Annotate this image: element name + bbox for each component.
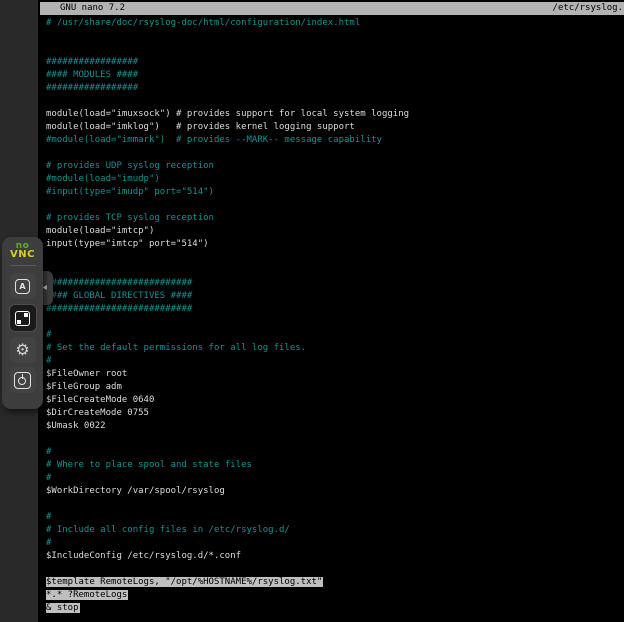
terminal-line: # — [46, 329, 624, 342]
settings-button[interactable]: ⚙ — [10, 337, 36, 363]
terminal-line — [46, 95, 624, 108]
extra-keys-button[interactable]: A — [10, 273, 36, 299]
terminal-line — [46, 498, 624, 511]
terminal-buffer[interactable]: # /usr/share/doc/rsyslog-doc/html/config… — [46, 17, 624, 622]
terminal-line: # provides UDP syslog reception — [46, 160, 624, 173]
terminal-line: $IncludeConfig /etc/rsyslog.d/*.conf — [46, 550, 624, 563]
terminal-line: & stop — [46, 602, 624, 615]
terminal-line: # Include all config files in /etc/rsysl… — [46, 524, 624, 537]
novnc-logo-vnc: VNC — [10, 250, 35, 260]
terminal-line — [46, 251, 624, 264]
terminal-line: # — [46, 511, 624, 524]
terminal-line: ########################### — [46, 277, 624, 290]
gear-icon: ⚙ — [15, 342, 29, 358]
terminal-line: $FileCreateMode 0640 — [46, 394, 624, 407]
terminal-line: $WorkDirectory /var/spool/rsyslog — [46, 485, 624, 498]
terminal-line: #module(load="immark") # provides --MARK… — [46, 134, 624, 147]
terminal-line: $FileOwner root — [46, 368, 624, 381]
terminal-line: module(load="imtcp") — [46, 225, 624, 238]
terminal-line: $FileGroup adm — [46, 381, 624, 394]
disconnect-button[interactable] — [10, 367, 36, 393]
terminal-line — [46, 316, 624, 329]
fullscreen-icon — [15, 311, 30, 326]
power-icon — [14, 372, 31, 389]
terminal-line: #module(load="imudp") — [46, 173, 624, 186]
keyboard-a-key-icon: A — [15, 279, 30, 294]
terminal-line: #input(type="imudp" port="514") — [46, 186, 624, 199]
terminal-line — [46, 563, 624, 576]
terminal-line — [46, 30, 624, 43]
nano-filename: /etc/rsyslog. — [553, 2, 624, 15]
terminal-line: *.* ?RemoteLogs — [46, 589, 624, 602]
terminal-line: $Umask 0022 — [46, 420, 624, 433]
terminal-line: module(load="imklog") # provides kernel … — [46, 121, 624, 134]
terminal-line: # Where to place spool and state files — [46, 459, 624, 472]
panel-divider — [10, 265, 36, 266]
terminal-line: # — [46, 355, 624, 368]
terminal-line: module(load="imuxsock") # provides suppo… — [46, 108, 624, 121]
terminal-line: # provides TCP syslog reception — [46, 212, 624, 225]
terminal-line — [46, 264, 624, 277]
nano-version-title: GNU nano 7.2 — [40, 2, 125, 15]
terminal-line: $template RemoteLogs, "/opt/%HOSTNAME%/r… — [46, 576, 624, 589]
terminal-line: #### MODULES #### — [46, 69, 624, 82]
terminal-line: # — [46, 472, 624, 485]
terminal-line: #### GLOBAL DIRECTIVES #### — [46, 290, 624, 303]
terminal-line — [46, 199, 624, 212]
terminal-line — [46, 433, 624, 446]
terminal-window[interactable]: GNU nano 7.2 /etc/rsyslog. # /usr/share/… — [38, 0, 624, 622]
terminal-line — [46, 147, 624, 160]
terminal-line: ########################### — [46, 303, 624, 316]
nano-titlebar: GNU nano 7.2 /etc/rsyslog. — [40, 2, 624, 15]
novnc-logo: no VNC — [10, 242, 35, 260]
terminal-line: # — [46, 537, 624, 550]
fullscreen-button[interactable] — [9, 304, 37, 332]
terminal-line: # — [46, 446, 624, 459]
terminal-line — [46, 43, 624, 56]
terminal-line: $DirCreateMode 0755 — [46, 407, 624, 420]
terminal-line: ################# — [46, 56, 624, 69]
terminal-line: # /usr/share/doc/rsyslog-doc/html/config… — [46, 17, 624, 30]
vnc-control-panel: no VNC A ⚙ — [2, 237, 43, 409]
terminal-line: # Set the default permissions for all lo… — [46, 342, 624, 355]
terminal-line: input(type="imtcp" port="514") — [46, 238, 624, 251]
terminal-line: ################# — [46, 82, 624, 95]
